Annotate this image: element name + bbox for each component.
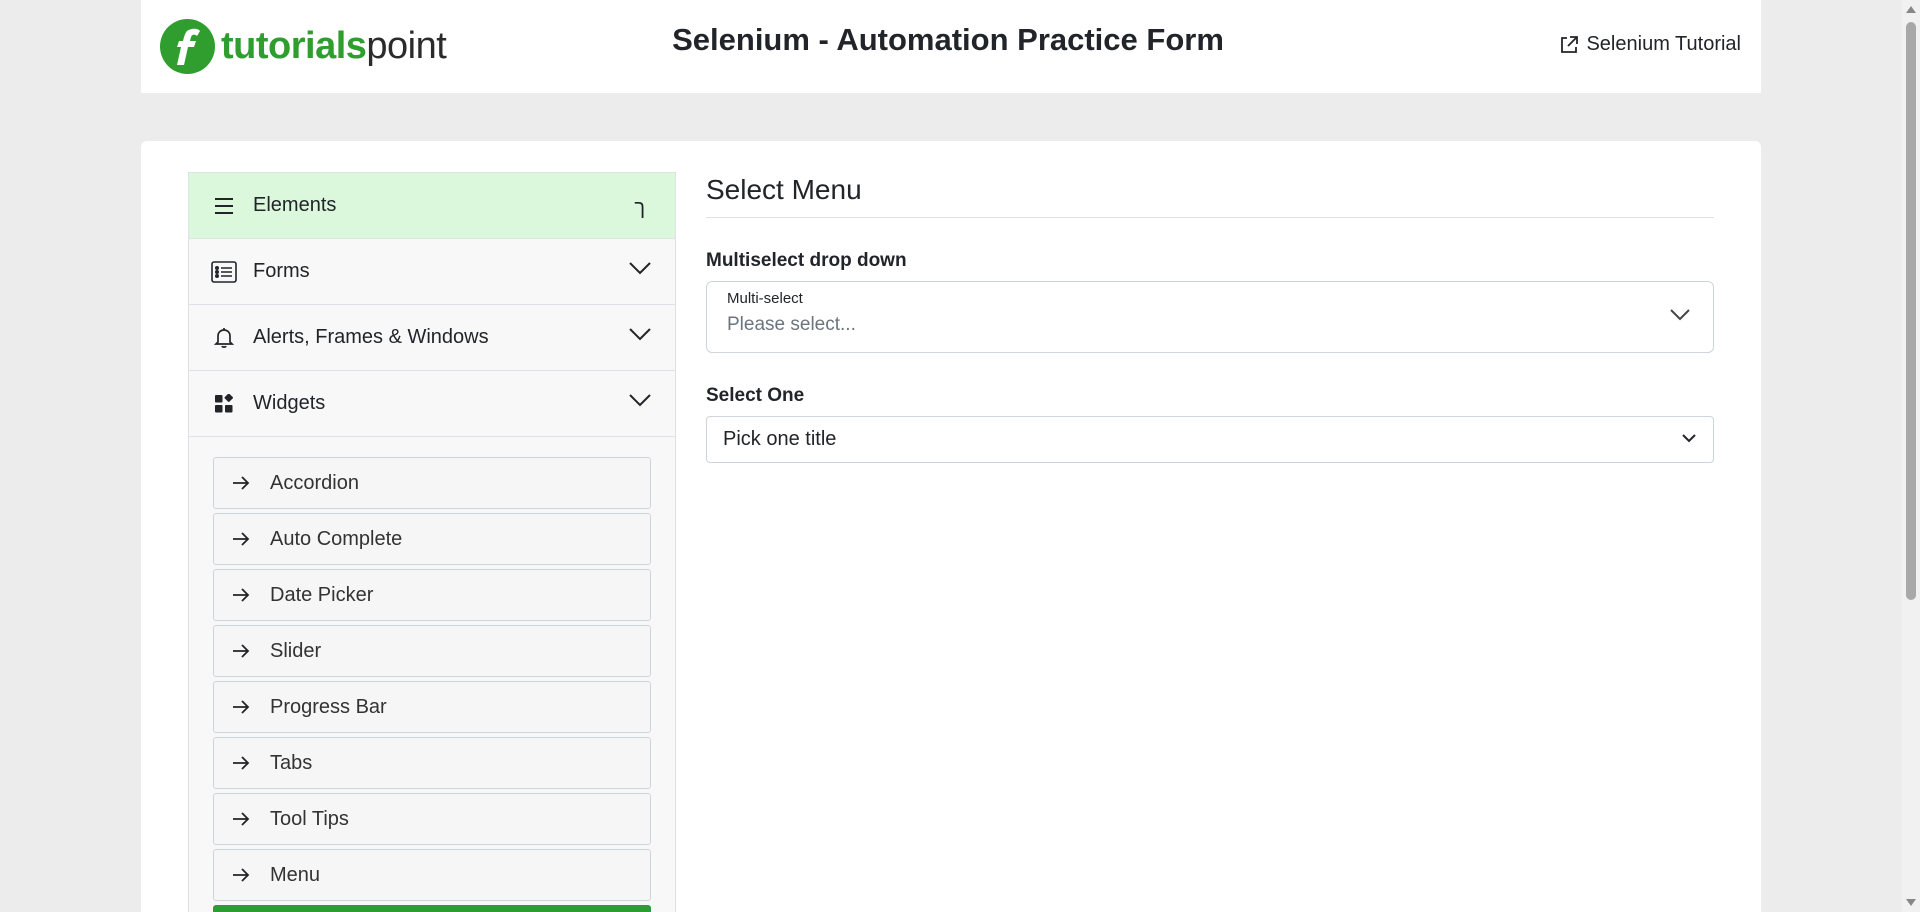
- widget-item-label: Tool Tips: [270, 807, 349, 830]
- section-title: Select Menu: [706, 172, 1714, 218]
- chevron-down-icon: [629, 262, 651, 275]
- arrow-right-icon: [233, 476, 250, 490]
- multiselect-placeholder: Please select...: [727, 314, 856, 335]
- select-one-value: Pick one title: [723, 428, 837, 450]
- page-scrollbar[interactable]: [1902, 0, 1920, 912]
- scroll-up-icon[interactable]: [1906, 6, 1916, 13]
- sidebar-section-label: Widgets: [253, 392, 326, 414]
- widgets-icon: [211, 393, 237, 414]
- chevron-down-icon: [1670, 309, 1690, 321]
- logo-text: tutorialspoint: [221, 25, 447, 67]
- selenium-tutorial-label: Selenium Tutorial: [1586, 33, 1741, 55]
- widget-item-label: Accordion: [270, 471, 359, 494]
- widget-item-selected[interactable]: [213, 905, 651, 912]
- arrow-right-icon: [233, 700, 250, 714]
- sidebar-section-forms[interactable]: Forms: [189, 239, 675, 305]
- multiselect-label: Multiselect drop down: [706, 250, 907, 271]
- widget-item-label: Slider: [270, 639, 322, 662]
- widget-item-accordion[interactable]: Accordion: [213, 457, 651, 509]
- bell-icon: [211, 327, 237, 349]
- site-header: tutorialspoint Selenium - Automation Pra…: [141, 0, 1761, 93]
- sidebar-accordion: Elements ך Forms Alerts, Frames & Window…: [188, 172, 676, 912]
- arrow-right-icon: [233, 868, 250, 882]
- select-menu-panel: Select Menu Multiselect drop down Multi-…: [706, 172, 1714, 463]
- sidebar-section-label: Forms: [253, 260, 310, 282]
- widget-item-progress-bar[interactable]: Progress Bar: [213, 681, 651, 733]
- hamburger-icon: [211, 197, 237, 215]
- logo-mark-icon: [160, 19, 215, 74]
- widget-item-label: Auto Complete: [270, 527, 403, 550]
- scrollbar-thumb[interactable]: [1906, 22, 1916, 600]
- sidebar-section-elements[interactable]: Elements ך: [189, 173, 675, 239]
- arrow-right-icon: [233, 644, 250, 658]
- multiselect-float-label: Multi-select: [727, 290, 803, 307]
- arrow-right-icon: [233, 532, 250, 546]
- arrow-right-icon: [233, 588, 250, 602]
- scroll-down-icon[interactable]: [1906, 899, 1916, 906]
- widget-item-tool-tips[interactable]: Tool Tips: [213, 793, 651, 845]
- list-icon: [211, 260, 237, 283]
- widget-item-label: Date Picker: [270, 583, 374, 606]
- widget-item-slider[interactable]: Slider: [213, 625, 651, 677]
- multiselect-dropdown[interactable]: Multi-select Please select...: [706, 281, 1714, 353]
- chevron-down-icon: [629, 328, 651, 341]
- external-link-icon: [1561, 35, 1579, 53]
- arrow-right-icon: [233, 756, 250, 770]
- arrow-right-icon: [233, 812, 250, 826]
- widget-item-menu[interactable]: Menu: [213, 849, 651, 901]
- widget-item-label: Menu: [270, 863, 321, 886]
- active-marker: ך: [634, 197, 645, 219]
- sidebar-section-label: Alerts, Frames & Windows: [253, 326, 489, 348]
- sidebar-section-label: Elements: [253, 194, 337, 216]
- sidebar-section-widgets[interactable]: Widgets: [189, 371, 675, 437]
- widget-item-label: Progress Bar: [270, 695, 387, 718]
- chevron-down-icon: [1682, 434, 1696, 443]
- selenium-tutorial-link[interactable]: Selenium Tutorial: [1558, 33, 1741, 56]
- widgets-submenu: Accordion Auto Complete Date Picker Slid…: [189, 437, 675, 912]
- widget-item-auto-complete[interactable]: Auto Complete: [213, 513, 651, 565]
- sidebar-section-alerts[interactable]: Alerts, Frames & Windows: [189, 305, 675, 371]
- widget-item-label: Tabs: [270, 751, 313, 774]
- tutorialspoint-logo[interactable]: tutorialspoint: [160, 19, 447, 74]
- widget-item-tabs[interactable]: Tabs: [213, 737, 651, 789]
- widget-item-date-picker[interactable]: Date Picker: [213, 569, 651, 621]
- select-one-dropdown[interactable]: Pick one title: [706, 416, 1714, 463]
- select-one-label: Select One: [706, 385, 805, 406]
- chevron-down-icon: [629, 394, 651, 407]
